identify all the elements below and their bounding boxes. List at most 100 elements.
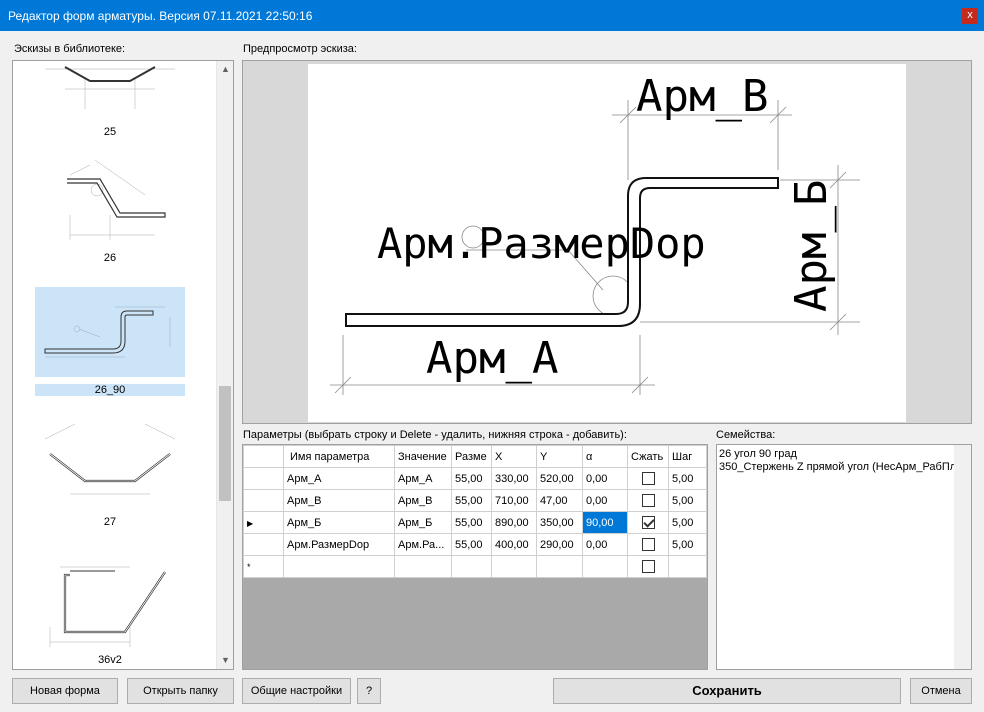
col-header-alpha[interactable]: α: [582, 445, 628, 468]
new-row-marker: *: [243, 555, 284, 578]
cell-value[interactable]: [394, 555, 452, 578]
library-item-27[interactable]: 27: [35, 419, 185, 528]
cell-x[interactable]: 400,00: [491, 533, 537, 556]
cell-name[interactable]: Арм_Б: [283, 511, 395, 534]
compress-checkbox[interactable]: [641, 560, 655, 573]
scroll-down-arrow-icon[interactable]: ▼: [217, 652, 233, 669]
cell-x[interactable]: [491, 555, 537, 578]
compress-checkbox[interactable]: [641, 472, 655, 485]
library-list[interactable]: 25 26 26_90 27 36v2 ▲ ▼: [12, 60, 234, 670]
window-title: Редактор форм арматуры. Версия 07.11.202…: [8, 9, 313, 23]
cell-y[interactable]: 47,00: [536, 489, 583, 512]
row-header-corner: [243, 445, 284, 468]
row-header[interactable]: [243, 467, 284, 490]
cell-size[interactable]: 55,00: [451, 467, 492, 490]
params-table[interactable]: Имя параметра Значение Разме X Y α Сжать…: [243, 445, 707, 578]
cell-x[interactable]: 330,00: [491, 467, 537, 490]
sketch-thumbnail-25: [45, 66, 175, 109]
cell-y[interactable]: 350,00: [536, 511, 583, 534]
compress-checkbox[interactable]: [641, 516, 655, 529]
cell-size[interactable]: 55,00: [451, 511, 492, 534]
cell-x[interactable]: 890,00: [491, 511, 537, 534]
col-header-step[interactable]: Шаг: [668, 445, 707, 468]
title-bar: Редактор форм арматуры. Версия 07.11.202…: [0, 0, 984, 31]
table-row[interactable]: Арм_В Арм_В 55,00 710,00 47,00 0,00 5,00: [243, 489, 707, 512]
library-item-26_90[interactable]: 26_90: [35, 287, 185, 396]
cell-y[interactable]: [536, 555, 583, 578]
cell-size[interactable]: [451, 555, 492, 578]
dim-text-c: Арм_Б: [786, 180, 837, 312]
cell-alpha[interactable]: 0,00: [582, 533, 628, 556]
cell-step[interactable]: 5,00: [668, 511, 707, 534]
current-row-arrow-icon: ▶: [247, 518, 254, 528]
new-form-button[interactable]: Новая форма: [12, 678, 118, 704]
library-scrollbar[interactable]: ▲ ▼: [216, 61, 233, 669]
cell-value[interactable]: Арм_Б: [394, 511, 452, 534]
cell-name[interactable]: Арм_В: [283, 489, 395, 512]
preview-canvas: Арм_А Арм_В Арм.РазмерDop Арм_Б: [308, 64, 906, 422]
cell-x[interactable]: 710,00: [491, 489, 537, 512]
cell-size[interactable]: 55,00: [451, 533, 492, 556]
general-settings-button[interactable]: Общие настройки: [242, 678, 351, 704]
cell-y[interactable]: 520,00: [536, 467, 583, 490]
compress-checkbox[interactable]: [641, 538, 655, 551]
col-header-value[interactable]: Значение: [394, 445, 452, 468]
cell-alpha[interactable]: 0,00: [582, 489, 628, 512]
library-item-26[interactable]: 26: [35, 155, 185, 264]
cell-step[interactable]: 5,00: [668, 467, 707, 490]
cell-name[interactable]: Арм_А: [283, 467, 395, 490]
cell-compress[interactable]: [627, 511, 669, 534]
col-header-compress[interactable]: Сжать: [627, 445, 669, 468]
cell-compress[interactable]: [627, 555, 669, 578]
row-header[interactable]: [243, 489, 284, 512]
cell-alpha[interactable]: 90,00: [582, 511, 628, 534]
col-header-name[interactable]: Имя параметра: [283, 445, 395, 468]
cell-step[interactable]: 5,00: [668, 489, 707, 512]
cancel-button[interactable]: Отмена: [910, 678, 972, 704]
library-item-36v2[interactable]: 36v2: [35, 557, 185, 666]
table-row[interactable]: ▶ Арм_Б Арм_Б 55,00 890,00 350,00 90,00 …: [243, 511, 707, 534]
close-button[interactable]: x: [962, 8, 978, 24]
table-row[interactable]: Арм_А Арм_А 55,00 330,00 520,00 0,00 5,0…: [243, 467, 707, 490]
save-button[interactable]: Сохранить: [553, 678, 901, 704]
library-item-25[interactable]: 25: [35, 61, 185, 138]
params-grid[interactable]: Имя параметра Значение Разме X Y α Сжать…: [242, 444, 708, 670]
cell-value[interactable]: Арм_А: [394, 467, 452, 490]
col-header-y[interactable]: Y: [536, 445, 583, 468]
library-item-name: 26: [103, 252, 117, 264]
row-header[interactable]: [243, 533, 284, 556]
cell-compress[interactable]: [627, 467, 669, 490]
col-header-x[interactable]: X: [491, 445, 537, 468]
help-button[interactable]: ?: [357, 678, 381, 704]
library-scroll-thumb[interactable]: [219, 386, 231, 501]
families-scrollbar[interactable]: [954, 445, 971, 669]
cell-size[interactable]: 55,00: [451, 489, 492, 512]
cell-name[interactable]: Арм.РазмерDop: [283, 533, 395, 556]
sketch-thumbnail-36v2: [49, 566, 166, 647]
row-header[interactable]: ▶: [243, 511, 284, 534]
family-item[interactable]: 350_Стержень Z прямой угол (НесАрм_РабПл: [719, 461, 956, 473]
cell-y[interactable]: 290,00: [536, 533, 583, 556]
cell-name[interactable]: [283, 555, 395, 578]
cell-alpha[interactable]: 0,00: [582, 467, 628, 490]
cell-alpha[interactable]: [582, 555, 628, 578]
families-list[interactable]: 26 угол 90 град 350_Стержень Z прямой уг…: [716, 444, 972, 670]
family-item[interactable]: 26 угол 90 град: [719, 448, 797, 460]
dim-text-d: Арм.РазмерDop: [377, 219, 706, 268]
cell-step[interactable]: [668, 555, 707, 578]
cell-compress[interactable]: [627, 489, 669, 512]
new-row[interactable]: *: [243, 555, 707, 578]
cell-value[interactable]: Арм.Ра...: [394, 533, 452, 556]
scroll-up-arrow-icon[interactable]: ▲: [217, 61, 233, 78]
preview-label: Предпросмотр эскиза:: [243, 43, 357, 55]
cell-compress[interactable]: [627, 533, 669, 556]
cell-value[interactable]: Арм_В: [394, 489, 452, 512]
open-folder-button[interactable]: Открыть папку: [127, 678, 234, 704]
cell-step[interactable]: 5,00: [668, 533, 707, 556]
table-row[interactable]: Арм.РазмерDop Арм.Ра... 55,00 400,00 290…: [243, 533, 707, 556]
compress-checkbox[interactable]: [641, 494, 655, 507]
preview-panel: Арм_А Арм_В Арм.РазмерDop Арм_Б: [242, 60, 972, 424]
params-label: Параметры (выбрать строку и Delete - уда…: [243, 429, 627, 441]
sketch-thumbnail-26_90: [35, 287, 185, 377]
col-header-size[interactable]: Разме: [451, 445, 492, 468]
